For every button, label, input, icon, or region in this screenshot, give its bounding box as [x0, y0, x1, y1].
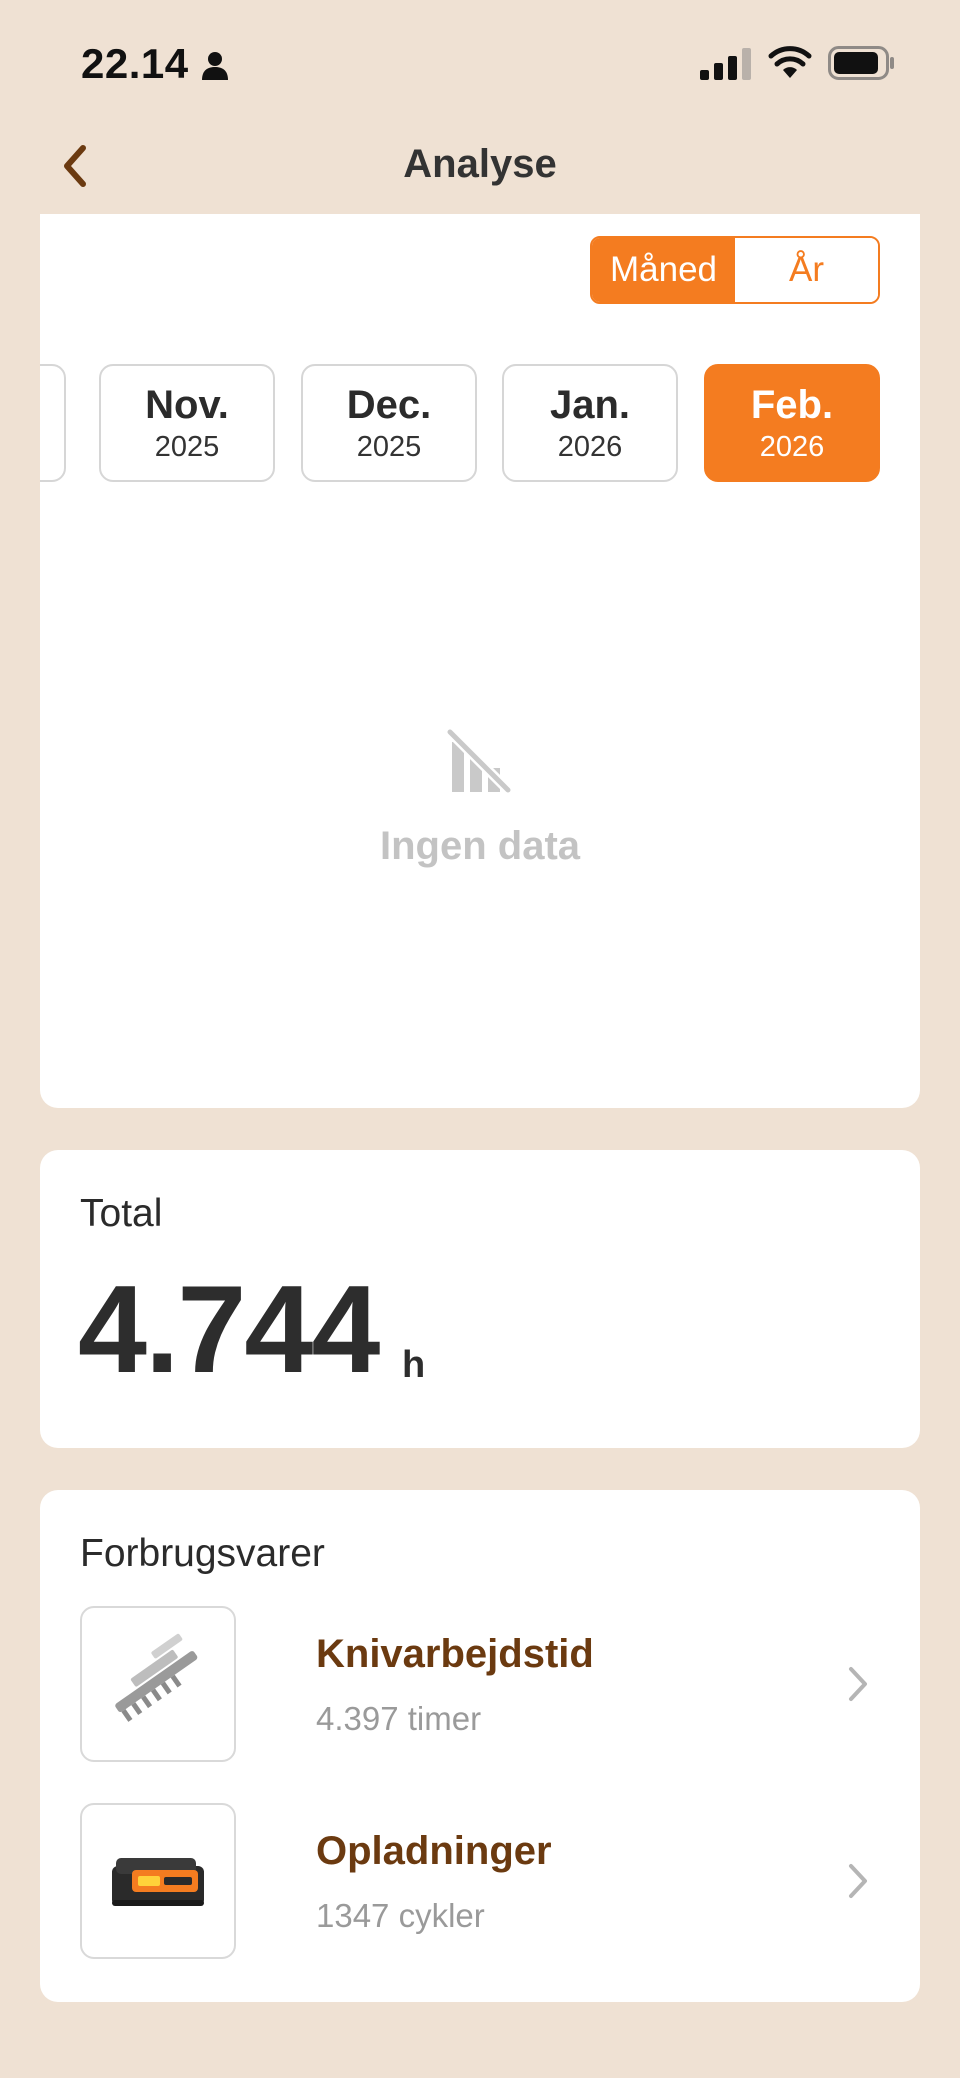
period-toggle: Måned År	[590, 236, 880, 304]
navigation-bar: Analyse	[0, 120, 960, 212]
hedge-blade-icon	[80, 1606, 236, 1762]
no-data-icon	[446, 728, 512, 794]
cellular-signal-icon	[700, 48, 751, 80]
month-year: 2026	[759, 430, 825, 463]
month-label: Nov.	[145, 382, 229, 427]
consumable-detail: 4.397 timer	[316, 1700, 482, 1737]
consumable-detail: 1347 cykler	[316, 1897, 485, 1934]
chevron-right-icon	[849, 1667, 867, 1701]
status-bar: 22.14	[0, 0, 960, 120]
consumable-item-blade[interactable]: Knivarbejdstid 4.397 timer	[80, 1606, 880, 1764]
month-year: 2026	[557, 430, 623, 463]
total-value: 4.744	[78, 1261, 380, 1399]
year-tab[interactable]: År	[735, 238, 878, 302]
consumables-card: Forbrugsvarer Knivarbejdstid 4.397 timer…	[40, 1490, 920, 2002]
total-label: Total	[80, 1192, 163, 1235]
battery-pack-icon	[80, 1803, 236, 1959]
month-year: 2025	[154, 430, 220, 463]
consumable-name: Opladninger	[316, 1829, 552, 1873]
consumable-item-battery[interactable]: Opladninger 1347 cykler	[80, 1803, 880, 1961]
no-data-label: Ingen data	[379, 824, 581, 868]
total-unit: h	[402, 1344, 426, 1386]
page-title: Analyse	[403, 142, 557, 186]
month-tab[interactable]: Måned	[592, 238, 735, 302]
total-card: Total 4.744 h	[40, 1150, 920, 1448]
person-icon	[202, 52, 228, 80]
month-tile-feb-2026[interactable]: Feb. 2026	[704, 364, 880, 482]
month-tile-jan-2026[interactable]: Jan. 2026	[502, 364, 678, 482]
analysis-chart-card: Måned År Nov. 2025 Dec. 2025 Jan. 2026 F…	[40, 214, 920, 1108]
wifi-icon	[768, 46, 812, 78]
battery-icon	[828, 46, 894, 80]
month-year: 2025	[356, 430, 422, 463]
month-tile-dec-2025[interactable]: Dec. 2025	[301, 364, 477, 482]
month-tile-nov-2025[interactable]: Nov. 2025	[99, 364, 275, 482]
month-label: Feb.	[750, 382, 834, 427]
month-label: Dec.	[346, 382, 432, 427]
consumables-title: Forbrugsvarer	[80, 1532, 325, 1575]
month-tile-previous[interactable]	[40, 364, 66, 482]
chevron-right-icon	[849, 1864, 867, 1898]
status-time: 22.14	[81, 40, 189, 87]
month-selector: Nov. 2025 Dec. 2025 Jan. 2026 Feb. 2026	[40, 364, 920, 484]
month-label: Jan.	[549, 382, 631, 427]
consumable-name: Knivarbejdstid	[316, 1632, 594, 1676]
